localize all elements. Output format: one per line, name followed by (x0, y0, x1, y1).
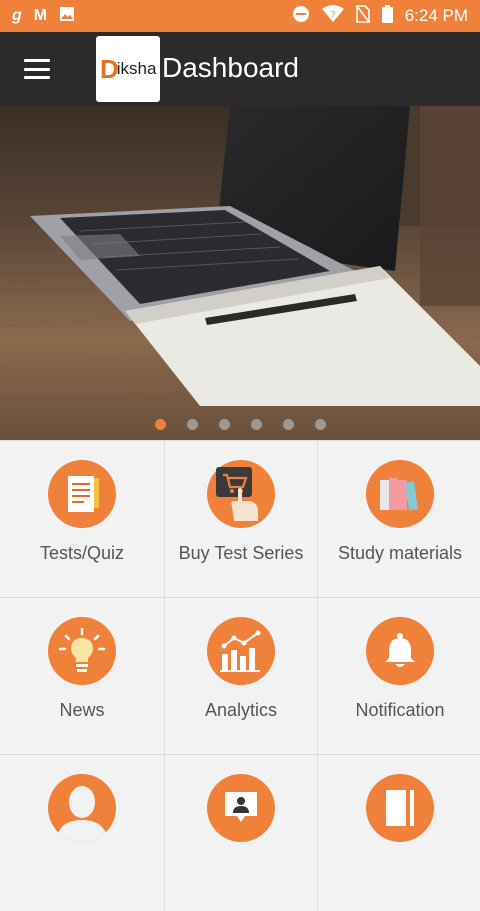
carousel-dot[interactable] (314, 419, 326, 430)
tile-notebook[interactable] (318, 755, 480, 911)
presenter-icon (207, 774, 275, 842)
wifi-icon: ? (321, 4, 344, 28)
tile-label: Buy Test Series (178, 543, 304, 563)
lightbulb-icon (48, 617, 116, 685)
tile-label: Analytics (204, 700, 278, 720)
carousel-dot[interactable] (218, 419, 230, 430)
tile-tests-quiz[interactable]: Tests/Quiz (0, 441, 164, 597)
menu-icon[interactable] (24, 59, 50, 79)
tile-profile[interactable] (0, 755, 164, 911)
carousel-dot[interactable] (282, 419, 294, 430)
gmail-icon: M (33, 7, 48, 24)
tile-label: Study materials (337, 543, 463, 563)
carousel-dot[interactable] (154, 419, 166, 430)
tile-label: News (59, 700, 105, 720)
quiz-sheet-icon (48, 460, 116, 528)
page-title: Dashboard (162, 52, 299, 83)
carousel-dot[interactable] (250, 419, 262, 430)
tile-label: Tests/Quiz (39, 543, 125, 563)
cart-tap-icon (207, 460, 275, 528)
tile-notification[interactable]: Notification (318, 598, 480, 754)
profile-icon (48, 774, 116, 842)
status-bar: g M ? 6:24 PM (0, 0, 480, 32)
carousel-dot[interactable] (186, 419, 198, 430)
logo-text: iksha (116, 59, 157, 78)
app-logo: D iksha (96, 36, 160, 102)
app-bar: D iksha Dashboard (0, 32, 480, 106)
g-icon: g (12, 7, 22, 24)
dashboard-grid: Tests/Quiz Buy Test Series Study materia… (0, 440, 480, 911)
tile-presenter[interactable] (165, 755, 317, 911)
svg-text:?: ? (330, 10, 335, 19)
bell-icon (366, 617, 434, 685)
tile-study-materials[interactable]: Study materials (318, 441, 480, 597)
do-not-disturb-icon (292, 5, 310, 28)
clock-time: 6:24 PM (404, 6, 468, 25)
carousel-banner[interactable] (0, 106, 480, 440)
tile-buy-test-series[interactable]: Buy Test Series (165, 441, 317, 597)
notebook-icon (366, 774, 434, 842)
carousel-dots (0, 419, 480, 430)
books-icon (366, 460, 434, 528)
tile-news[interactable]: News (0, 598, 164, 754)
battery-icon (381, 4, 393, 28)
tile-analytics[interactable]: Analytics (165, 598, 317, 754)
banner-image (0, 106, 480, 440)
no-sim-icon (355, 4, 371, 28)
bar-chart-icon (207, 617, 275, 685)
tile-label: Notification (355, 700, 445, 720)
gallery-icon (59, 6, 75, 27)
